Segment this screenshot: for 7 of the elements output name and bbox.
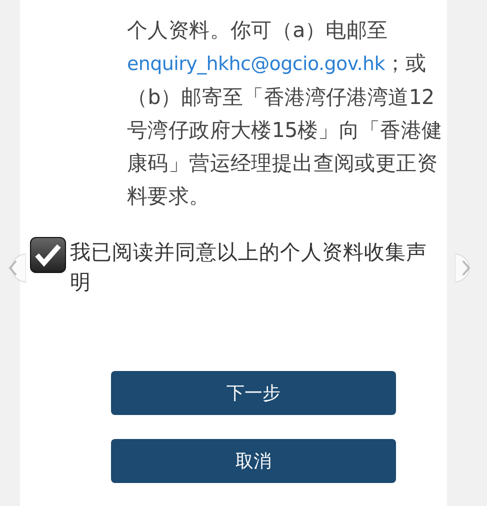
checkmark-icon [34, 243, 62, 267]
cancel-button[interactable]: 取消 [111, 439, 396, 483]
email-link[interactable]: enquiry_hkhc@ogcio.gov.hk [127, 53, 385, 75]
consent-label[interactable]: 我已阅读并同意以上的个人资料收集声明 [70, 237, 440, 297]
next-button[interactable]: 下一步 [111, 371, 396, 415]
checkbox[interactable] [30, 237, 66, 273]
privacy-statement: 个人资料。你可（a）电邮至 enquiry_hkhc@ogcio.gov.hk；或（b）邮寄至「香港湾仔港湾道12号湾仔政府大楼15楼」向「香港健康码」营运经理提出查阅或更正资料要求。 [127, 17, 444, 210]
